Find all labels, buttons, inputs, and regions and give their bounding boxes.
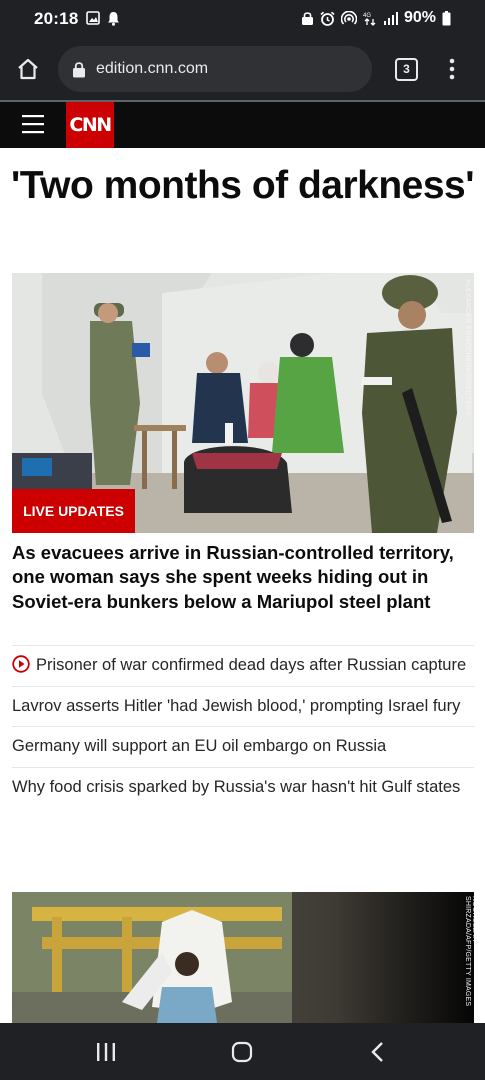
battery-icon <box>442 10 451 25</box>
data-arrows-icon: 4G <box>363 13 376 26</box>
address-bar[interactable]: edition.cnn.com <box>58 46 372 92</box>
live-updates-badge[interactable]: LIVE UPDATES <box>12 489 135 533</box>
lock-icon <box>73 61 85 77</box>
notification-bell-icon <box>108 12 119 26</box>
story-label: Lavrov asserts Hitler 'had Jewish blood,… <box>12 696 461 715</box>
browser-toolbar: edition.cnn.com 3 <box>0 38 485 100</box>
signal-icon <box>383 12 398 25</box>
alarm-icon <box>320 11 335 26</box>
url-text: edition.cnn.com <box>96 60 209 77</box>
story-link[interactable]: Why food crisis sparked by Russia's war … <box>12 766 474 808</box>
story-link[interactable]: Lavrov asserts Hitler 'had Jewish blood,… <box>12 685 474 727</box>
story-list: Prisoner of war confirmed dead days afte… <box>12 645 474 807</box>
lead-headline[interactable]: As evacuees arrive in Russian-controlled… <box>12 541 478 614</box>
home-icon[interactable] <box>16 57 40 81</box>
status-right-icons: 4G 90% <box>301 9 451 27</box>
site-header: CNN <box>0 102 485 148</box>
lock-status-icon <box>301 11 313 25</box>
story-link[interactable]: Germany will support an EU oil embargo o… <box>12 726 474 767</box>
photo-credit-2: NOORULLAH SHIRZADA/AFP/GETTY IMAGES <box>464 896 474 1007</box>
second-story-image[interactable]: NOORULLAH SHIRZADA/AFP/GETTY IMAGES <box>12 892 474 1023</box>
svg-text:4G: 4G <box>363 13 371 19</box>
tab-switcher-button[interactable]: 3 <box>395 58 418 81</box>
story-label: Why food crisis sparked by Russia's war … <box>12 777 461 796</box>
play-circle-icon <box>12 655 30 673</box>
status-time: 20:18 <box>34 9 79 28</box>
status-bar: 20:18 4G 90% <box>0 0 485 38</box>
page-title[interactable]: 'Two months of darkness' <box>0 162 485 210</box>
home-circle-icon[interactable] <box>231 1041 253 1063</box>
recent-apps-icon[interactable] <box>96 1042 116 1062</box>
status-left-icons <box>86 11 120 26</box>
story-label: Prisoner of war confirmed dead days afte… <box>36 656 467 674</box>
story-label: Germany will support an EU oil embargo o… <box>12 737 387 755</box>
hamburger-icon[interactable] <box>22 113 44 135</box>
hotspot-icon <box>340 10 357 25</box>
battery-percent: 90% <box>403 9 436 26</box>
photo-credit: ALEXANDER ERMOCHENKO/REUTERS <box>464 279 471 416</box>
story-link[interactable]: Prisoner of war confirmed dead days afte… <box>12 645 474 686</box>
second-photo <box>12 892 474 1023</box>
cnn-logo[interactable]: CNN <box>66 102 114 148</box>
back-icon[interactable] <box>370 1041 384 1063</box>
image-icon <box>86 11 100 25</box>
system-nav-bar <box>0 1023 485 1080</box>
menu-dots-icon[interactable] <box>446 57 458 81</box>
